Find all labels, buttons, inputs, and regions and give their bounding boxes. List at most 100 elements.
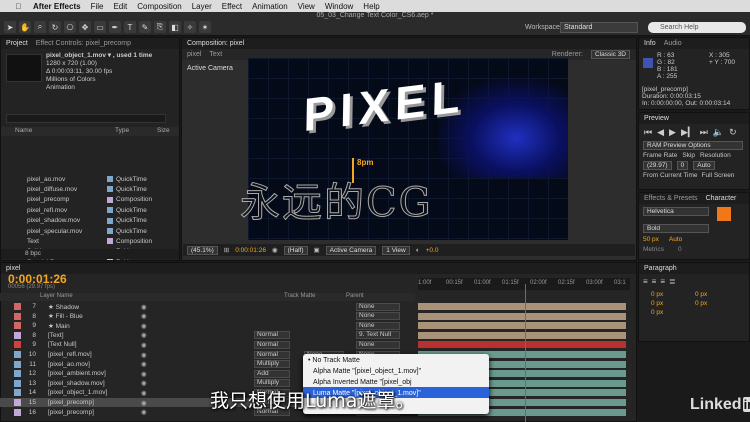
visibility-eye-icon[interactable]: ◉ xyxy=(141,360,147,368)
menu-edit[interactable]: Edit xyxy=(113,2,127,11)
pen-tool-icon[interactable]: ✒ xyxy=(109,21,121,33)
project-row[interactable]: pixel_refl.mov QuickTime xyxy=(1,205,179,215)
ram-preview-select[interactable]: RAM Preview Options xyxy=(643,141,743,150)
layer-duration-bar[interactable] xyxy=(418,341,626,349)
puppet-tool-icon[interactable]: ✶ xyxy=(199,21,211,33)
snapshot-icon[interactable]: ⊞ xyxy=(224,246,229,254)
app-name[interactable]: After Effects xyxy=(33,2,81,11)
parent-select[interactable]: None xyxy=(356,312,400,321)
fill-color-swatch[interactable] xyxy=(716,207,731,221)
resolution-select[interactable]: (Half) xyxy=(283,245,308,255)
resolution-select-preview[interactable]: Auto xyxy=(693,161,715,170)
rotate-tool-icon[interactable]: ↻ xyxy=(49,21,61,33)
font-style-select[interactable]: Bold xyxy=(643,224,709,233)
type-tool-icon[interactable]: T xyxy=(124,21,136,33)
layer-name[interactable]: [pixel_object_1.mov] xyxy=(48,389,107,396)
bpc-label[interactable]: 8 bpc xyxy=(25,250,41,257)
layer-row[interactable]: 8 [Text] ◉ Normal 9. Text Null xyxy=(0,331,415,340)
camera-snap-icon[interactable]: ◉ xyxy=(272,246,278,254)
layer-label-color[interactable] xyxy=(14,331,21,339)
skip-field[interactable]: 0 xyxy=(676,161,689,170)
blend-mode-select[interactable]: Add xyxy=(254,369,290,378)
blend-mode-select[interactable]: Multiply xyxy=(254,360,290,369)
pan-tool-icon[interactable]: ✥ xyxy=(79,21,91,33)
camera-tool-icon[interactable]: ⎔ xyxy=(64,21,76,33)
layer-row[interactable]: 8 ★ Fill - Blue ◉ None xyxy=(0,312,415,321)
layer-duration-bar[interactable] xyxy=(418,322,626,330)
apple-icon[interactable]:  xyxy=(14,2,23,11)
label-color-swatch[interactable] xyxy=(107,228,113,234)
layer-duration-bar[interactable] xyxy=(418,331,626,339)
font-family-select[interactable]: Helvetica xyxy=(643,207,709,216)
play-icon[interactable]: ▶ xyxy=(669,127,676,138)
tab-composition[interactable]: Composition: pixel xyxy=(187,40,244,47)
visibility-eye-icon[interactable]: ◉ xyxy=(141,322,147,330)
align-right-icon[interactable]: ≡ xyxy=(660,277,665,286)
label-color-swatch[interactable] xyxy=(107,238,113,245)
layer-label-color[interactable] xyxy=(14,379,21,387)
selection-tool-icon[interactable]: ➤ xyxy=(4,21,16,33)
layer-label-color[interactable] xyxy=(14,322,21,330)
visibility-eye-icon[interactable]: ◉ xyxy=(141,351,147,359)
layer-label-color[interactable] xyxy=(14,408,21,416)
workspace-select[interactable]: Standard xyxy=(560,22,638,33)
parent-select[interactable]: None xyxy=(356,321,400,330)
menu-layer[interactable]: Layer xyxy=(192,2,212,11)
menu-help[interactable]: Help xyxy=(363,2,379,11)
label-color-swatch[interactable] xyxy=(107,176,113,182)
layer-name[interactable]: [pixel_precomp] xyxy=(48,399,94,406)
tracking-field[interactable]: 0 xyxy=(678,246,682,253)
indent-first[interactable]: 0 px xyxy=(651,300,693,307)
visibility-eye-icon[interactable]: ◉ xyxy=(141,399,147,407)
time-ruler[interactable]: 1:00f 00:15f 01:00f 01:15f 02:00f 02:15f 03:00… xyxy=(418,278,630,290)
layer-name[interactable]: [Text] xyxy=(48,332,64,339)
eraser-tool-icon[interactable]: ◧ xyxy=(169,21,181,33)
hand-tool-icon[interactable]: ✋ xyxy=(19,21,31,33)
paragraph-title[interactable]: Paragraph xyxy=(644,265,677,272)
justify-icon[interactable]: ≣ xyxy=(669,277,676,286)
mask-tool-icon[interactable]: ▭ xyxy=(94,21,106,33)
align-center-icon[interactable]: ≡ xyxy=(652,277,657,286)
last-frame-icon[interactable]: ⏭ xyxy=(700,127,708,138)
project-search-input[interactable] xyxy=(6,114,166,123)
project-row[interactable]: pixel_ao.mov QuickTime xyxy=(1,174,179,184)
project-row[interactable]: pixel_diffuse.mov QuickTime xyxy=(1,184,179,194)
visibility-eye-icon[interactable]: ◉ xyxy=(141,341,147,349)
project-row[interactable]: Text Composition xyxy=(1,236,179,246)
view-layout-select[interactable]: 1 View xyxy=(382,245,410,255)
prev-frame-icon[interactable]: ◀ xyxy=(657,127,664,138)
col-size[interactable]: Size xyxy=(157,127,170,136)
project-row[interactable]: pixel_shadow.mov QuickTime xyxy=(1,216,179,226)
blend-mode-select[interactable]: Normal xyxy=(254,350,290,359)
audio-icon[interactable]: 🔈 xyxy=(713,127,724,138)
align-left-icon[interactable]: ≡ xyxy=(643,277,648,286)
first-frame-icon[interactable]: ⏮ xyxy=(644,127,652,138)
camera-select[interactable]: Active Camera xyxy=(325,245,377,255)
tab-character[interactable]: Character xyxy=(706,195,737,202)
layer-label-color[interactable] xyxy=(14,389,21,397)
visibility-eye-icon[interactable]: ◉ xyxy=(141,331,147,339)
project-row[interactable]: pixel_specular.mov QuickTime xyxy=(1,226,179,236)
visibility-eye-icon[interactable]: ◉ xyxy=(141,389,147,397)
layer-duration-bar[interactable] xyxy=(418,303,626,310)
menu-effect[interactable]: Effect xyxy=(222,2,242,11)
layer-row[interactable]: 7 ★ Shadow ◉ None xyxy=(0,302,415,311)
col-name[interactable]: Name xyxy=(15,127,115,136)
font-size-field[interactable]: 50 px xyxy=(643,236,659,243)
col-track-matte[interactable]: Track Matte xyxy=(284,293,315,299)
visibility-eye-icon[interactable]: ◉ xyxy=(141,303,147,311)
menu-item-alpha-matte[interactable]: Alpha Matte "[pixel_object_1.mov]" xyxy=(303,365,489,376)
search-help-input[interactable]: Search Help xyxy=(648,22,746,33)
tab-info[interactable]: Info xyxy=(644,40,656,47)
parent-select[interactable]: None xyxy=(356,302,400,311)
space-before[interactable]: 0 px xyxy=(695,300,737,307)
layer-label-color[interactable] xyxy=(14,360,21,368)
parent-select[interactable]: None xyxy=(356,340,400,349)
layer-label-color[interactable] xyxy=(14,303,21,310)
visibility-eye-icon[interactable]: ◉ xyxy=(141,379,147,387)
layer-name[interactable]: ★ Main xyxy=(48,322,70,330)
layer-label-color[interactable] xyxy=(14,399,21,406)
exposure-value[interactable]: +0.0 xyxy=(426,247,439,254)
menu-view[interactable]: View xyxy=(298,2,315,11)
layer-name[interactable]: [pixel_shadow.mov] xyxy=(48,380,105,387)
